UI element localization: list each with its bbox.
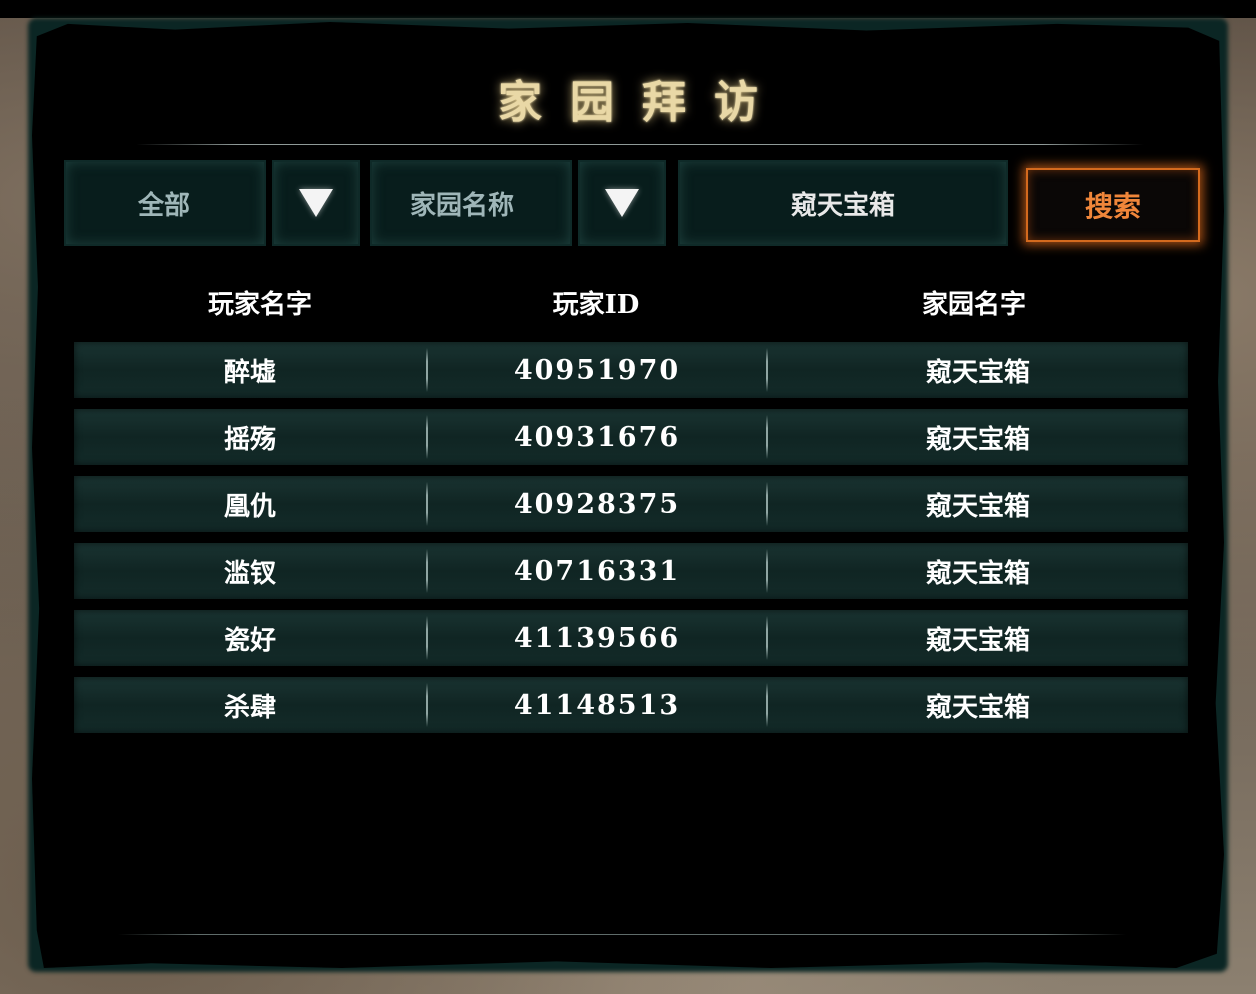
table-row[interactable]: 滥钗 40716331 窥天宝箱 [74,543,1188,599]
top-bar [0,0,1256,18]
player-id-cell: 40951970 [513,354,681,386]
player-id-cell: 40931676 [513,421,681,453]
title-divider [136,144,1144,145]
column-header-home-name: 家园名字 [921,290,1026,320]
player-name-cell: 摇殇 [223,424,276,455]
table-row[interactable]: 摇殇 40931676 窥天宝箱 [74,409,1188,465]
player-name-cell: 醉墟 [223,357,276,388]
column-header-player-name: 玩家名字 [207,290,312,320]
bottom-divider [118,934,1126,935]
home-name-cell: 窥天宝箱 [925,625,1030,656]
panel-title: 家园拜访 [498,77,786,128]
field-dropdown-value: 家园名称 [410,190,515,221]
home-name-cell: 窥天宝箱 [925,558,1030,589]
home-name-cell: 窥天宝箱 [925,424,1030,455]
scope-dropdown-value: 全部 [138,190,191,221]
scope-dropdown-toggle[interactable] [274,162,358,244]
column-header-player-id: 玩家ID [552,290,640,320]
home-name-cell: 窥天宝箱 [925,357,1030,388]
field-dropdown-toggle[interactable] [580,162,664,244]
search-input[interactable]: 窥天宝箱 [680,162,1006,244]
player-id-cell: 40928375 [513,488,681,520]
table-row[interactable]: 醉墟 40951970 窥天宝箱 [74,342,1188,398]
table-row[interactable]: 杀肆 41148513 窥天宝箱 [74,677,1188,733]
search-button[interactable]: 搜索 [1026,168,1200,242]
chevron-down-icon [605,189,639,217]
scope-dropdown[interactable]: 全部 [66,162,264,244]
field-dropdown[interactable]: 家园名称 [372,162,570,244]
player-name-cell: 瓷好 [223,625,276,656]
table-row[interactable]: 瓷好 41139566 窥天宝箱 [74,610,1188,666]
search-input-value: 窥天宝箱 [790,190,895,221]
home-name-cell: 窥天宝箱 [925,692,1030,723]
player-id-cell: 41139566 [513,622,681,654]
home-name-cell: 窥天宝箱 [925,491,1030,522]
player-name-cell: 滥钗 [223,558,276,589]
player-id-cell: 40716331 [513,555,681,587]
table-row[interactable]: 凰仇 40928375 窥天宝箱 [74,476,1188,532]
player-name-cell: 杀肆 [223,692,276,723]
chevron-down-icon [299,189,333,217]
player-name-cell: 凰仇 [223,491,276,522]
player-id-cell: 41148513 [513,689,681,721]
